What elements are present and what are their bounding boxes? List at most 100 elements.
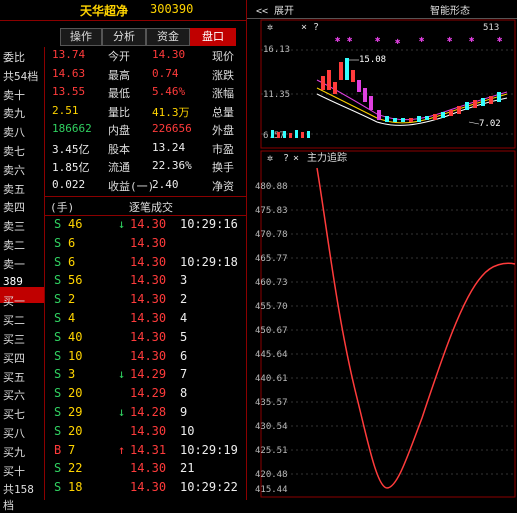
svg-text:420.48: 420.48 (255, 470, 288, 480)
deal-price: 14.30 (130, 348, 167, 363)
quote-label: 涨跌 (212, 68, 234, 82)
deals-list[interactable]: S 46 ↓ 14.30 10:29:16 S 6 14.30 S 6 14.30 10:29:18 S… (0, 215, 246, 500)
expand-button[interactable]: << 展开 (256, 2, 294, 17)
deals-header: (手) 逐笔成交 (44, 196, 246, 216)
deal-flag: S (54, 292, 62, 307)
deal-volume: 20 (68, 386, 83, 401)
deal-row: S 4 14.30 4 (44, 309, 246, 328)
deal-row: S 10 14.30 6 (44, 347, 246, 366)
svg-text:455.70: 455.70 (255, 302, 288, 312)
svg-text:475.83: 475.83 (255, 206, 288, 216)
tab-zijin[interactable]: 资金 (146, 28, 190, 46)
deals-unit: (手) (50, 201, 75, 214)
deal-flag: S (54, 273, 62, 288)
deal-flag: S (54, 311, 62, 325)
svg-text:430.54: 430.54 (255, 422, 288, 432)
quote-value: 1.85亿 (52, 161, 90, 174)
deal-time: 5 (180, 329, 188, 344)
quote-value: 22.36% (152, 159, 192, 172)
close-icon: × (301, 22, 307, 33)
deal-time: 10:29:19 (180, 442, 238, 457)
deal-arrow-icon: ↑ (118, 442, 126, 457)
deal-row: S 46 ↓ 14.30 10:29:16 (44, 215, 246, 234)
deal-flag: S (54, 386, 62, 401)
quote-value: 14.30 (152, 48, 186, 61)
quote-value: 13.24 (152, 140, 186, 154)
deal-time: 3 (180, 273, 188, 288)
depth-label: 卖四 (3, 201, 25, 215)
quote-value: 41.3万 (152, 105, 190, 119)
svg-text:480.88: 480.88 (255, 182, 288, 192)
deal-volume: 40 (68, 329, 83, 344)
deal-flag: S (54, 461, 62, 476)
help-icon-2: ? (283, 153, 289, 164)
quote-label: 换手 (212, 161, 234, 174)
deal-volume: 6 (68, 235, 76, 250)
deal-row: S 3 ↓ 14.29 7 (44, 365, 246, 384)
indicator-curve (316, 167, 516, 489)
quote-label: 市盈 (212, 142, 234, 156)
stock-name: 天华超净 (80, 4, 129, 18)
title-bar: 天华超净 300390 (0, 0, 246, 21)
deal-time: 4 (180, 311, 188, 325)
deal-flag: S (54, 254, 62, 269)
deal-flag: S (54, 480, 62, 495)
tab-pankou[interactable]: 盘口 (190, 28, 236, 46)
quote-value: 0.022 (52, 177, 86, 191)
svg-text:425.51: 425.51 (255, 446, 288, 456)
deal-volume: 18 (68, 480, 83, 495)
deal-flag: S (54, 423, 62, 438)
quote-label: 总量 (212, 105, 234, 119)
svg-text:✱: ✱ (375, 35, 381, 45)
deal-row: S 22 14.30 21 (44, 459, 246, 478)
tab-fenxi[interactable]: 分析 (102, 28, 146, 46)
deal-price: 14.30 (130, 273, 167, 288)
deal-arrow-icon: ↓ (118, 367, 126, 382)
svg-text:470.78: 470.78 (255, 230, 288, 240)
deal-time: 7 (180, 367, 188, 382)
deal-price: 14.30 (130, 217, 167, 231)
kline-header-label: 513 (483, 23, 499, 33)
deal-volume: 6 (68, 254, 76, 269)
deal-flag: S (54, 405, 62, 419)
deals-title: 逐笔成交 (129, 201, 173, 214)
tab-caozuo[interactable]: 操作 (60, 28, 102, 46)
svg-text:✱: ✱ (497, 35, 503, 45)
svg-text:450.67: 450.67 (255, 326, 288, 336)
quote-value: 3.45亿 (52, 142, 90, 156)
close-icon-2: × (293, 153, 299, 164)
svg-text:435.57: 435.57 (255, 398, 288, 408)
quote-value: 5.46% (152, 85, 186, 98)
svg-text:445.64: 445.64 (255, 350, 288, 360)
deal-row: S 40 14.30 5 (44, 328, 246, 347)
deal-row: S 20 14.30 10 (44, 422, 246, 441)
quote-label: 股本 (108, 142, 130, 156)
deal-price: 14.30 (130, 311, 167, 325)
deal-volume: 22 (68, 461, 83, 476)
deal-price: 14.30 (130, 423, 167, 438)
kline-candles (321, 58, 501, 122)
deal-volume: 4 (68, 311, 76, 325)
quote-label: 外盘 (212, 124, 234, 137)
quote-label: 最高 (108, 68, 130, 82)
depth-label: 卖六 (3, 163, 25, 177)
quote-label: 量比 (108, 105, 130, 119)
deal-volume: 10 (68, 348, 83, 363)
depth-label: 共54档 (3, 69, 39, 83)
deal-price: 14.29 (130, 367, 167, 382)
quote-label: 今开 (108, 50, 130, 63)
deal-volume: 46 (68, 217, 83, 231)
quote-value: 2.40 (152, 177, 179, 191)
deal-price: 14.30 (130, 480, 167, 495)
deal-time: 10 (180, 423, 195, 438)
price-label-mid: 11.35 (263, 90, 290, 100)
quote-label: 内盘 (108, 124, 130, 137)
right-charts: × ? ✲ 513 16.13 11.35 6.57 (255, 19, 516, 498)
quote-value: 13.55 (52, 85, 86, 98)
deal-flag: S (54, 235, 62, 250)
deal-price: 14.30 (130, 461, 167, 476)
deal-arrow-icon: ↓ (118, 217, 126, 231)
quote-value: 14.63 (52, 66, 86, 80)
svg-text:✱: ✱ (469, 35, 475, 45)
svg-text:465.77: 465.77 (255, 254, 288, 264)
